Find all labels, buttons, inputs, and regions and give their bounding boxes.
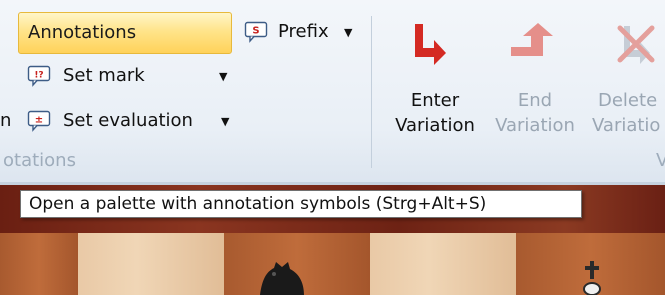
note-plusminus-icon: ± [27, 110, 51, 132]
annotations-button[interactable]: Annotations [18, 12, 232, 54]
chevron-down-icon: ▼ [221, 115, 230, 128]
board-square[interactable] [78, 233, 224, 295]
end-variation-button[interactable]: End Variation [487, 10, 587, 150]
delete-variation-line1: Delete [598, 90, 658, 111]
enter-variation-line1: Enter [410, 90, 460, 111]
enter-variation-line2: Variation [395, 115, 475, 136]
tooltip-text: Open a palette with annotation symbols (… [29, 194, 487, 214]
set-evaluation-label: Set evaluation [63, 110, 193, 131]
annotations-group-label: otations [3, 150, 76, 171]
svg-text:!?: !? [34, 71, 43, 81]
prefix-label: Prefix [278, 21, 329, 42]
note-exclaim-question-icon: !? [27, 65, 51, 87]
delete-variation-icon [617, 25, 655, 64]
tooltip: Open a palette with annotation symbols (… [20, 190, 582, 218]
black-knight-icon[interactable] [252, 260, 312, 295]
end-variation-line1: End [517, 90, 553, 111]
board-square[interactable] [0, 233, 78, 295]
delete-variation-label: Delete Variatio [592, 88, 665, 138]
group-separator [371, 16, 372, 168]
delete-variation-line2: Variatio [592, 115, 661, 136]
enter-variation-arrow-icon [415, 24, 446, 65]
end-variation-line2: Variation [495, 115, 575, 136]
annotations-button-label: Annotations [28, 22, 137, 43]
enter-variation-label: Enter Variation [380, 88, 490, 138]
king-cross-icon[interactable] [580, 261, 604, 295]
note-s-icon: S [244, 21, 268, 43]
enter-variation-button[interactable]: Enter Variation [380, 10, 500, 150]
set-mark-label: Set mark [63, 65, 145, 86]
board-square[interactable] [370, 233, 516, 295]
end-variation-arrow-icon [511, 23, 553, 56]
chevron-down-icon: ▼ [219, 70, 228, 83]
delete-variation-button[interactable]: Delete Variatio [588, 10, 665, 150]
svg-text:±: ± [35, 115, 43, 126]
ribbon: Annotations S Prefix ▼ !? Set mark ▼ n ±… [0, 0, 665, 185]
variations-group-label: V [656, 150, 665, 171]
truncated-label-fragment: n [0, 110, 12, 131]
svg-text:S: S [252, 26, 259, 37]
end-variation-label: End Variation [487, 88, 583, 138]
chevron-down-icon: ▼ [344, 26, 353, 39]
